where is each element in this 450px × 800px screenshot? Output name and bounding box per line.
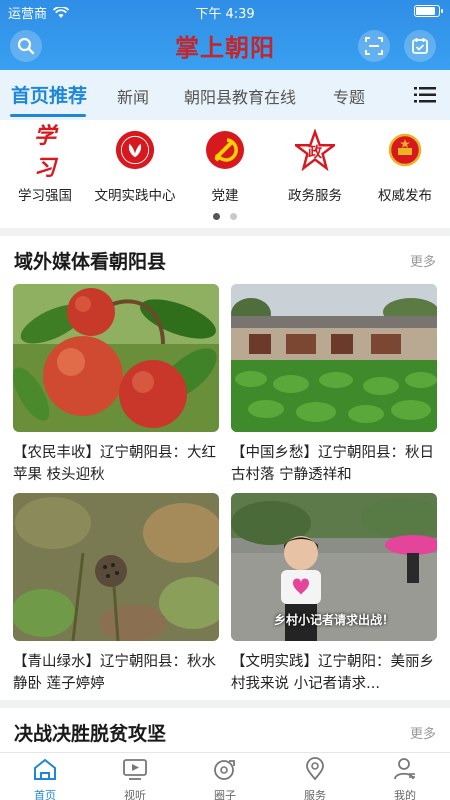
section-divider bbox=[0, 700, 450, 708]
tv-icon bbox=[123, 759, 147, 780]
section-more-link[interactable]: 更多 bbox=[410, 251, 436, 270]
scan-icon bbox=[365, 37, 383, 55]
news-card-title: 【青山绿水】辽宁朝阳县：秋水静卧 莲子婷婷 bbox=[13, 654, 216, 692]
news-card[interactable]: 【青山绿水】辽宁朝阳县：秋水静卧 莲子婷婷 bbox=[13, 493, 219, 695]
nav-label: 我的 bbox=[394, 789, 416, 800]
news-card-title: 【农民丰收】辽宁朝阳县：大红苹果 枝头迎秋 bbox=[13, 445, 216, 483]
news-card[interactable]: 乡村小记者请求出战！ 【文明实践】辽宁朝阳：美丽乡村我来说 小记者请求... bbox=[231, 493, 437, 695]
nav-home[interactable]: 首页 bbox=[0, 757, 90, 800]
list-menu-icon bbox=[414, 87, 436, 103]
quick-entry-grid: 学习 学习强国 文明实践中心 党建 政 政务服务 权威发布 bbox=[0, 120, 450, 228]
news-card[interactable]: 【中国乡愁】辽宁朝阳县：秋日古村落 宁静透祥和 bbox=[231, 284, 437, 486]
user-icon bbox=[394, 758, 415, 780]
checkin-button[interactable] bbox=[404, 30, 436, 62]
video-caption: 乡村小记者请求出战！ bbox=[273, 613, 394, 627]
home-icon bbox=[34, 758, 56, 780]
entry-party-building[interactable]: 党建 bbox=[180, 130, 270, 204]
bottom-nav: 首页 视听 圈子 服务 我的 bbox=[0, 752, 450, 800]
entry-label: 政务服务 bbox=[288, 188, 342, 204]
entry-civilization-center[interactable]: 文明实践中心 bbox=[90, 130, 180, 204]
xuexi-logo-icon: 学习 bbox=[33, 123, 56, 181]
national-emblem-icon bbox=[385, 130, 425, 170]
entry-label: 权威发布 bbox=[378, 188, 432, 204]
nav-label: 服务 bbox=[304, 789, 326, 800]
nav-mine[interactable]: 我的 bbox=[360, 757, 450, 800]
status-bar: 运营商 下午 4:39 bbox=[0, 0, 450, 22]
section-title: 决战决胜脱贫攻坚 bbox=[14, 723, 167, 745]
app-header: 运营商 下午 4:39 掌上朝阳 bbox=[0, 0, 450, 70]
nav-service[interactable]: 服务 bbox=[270, 757, 360, 800]
entry-xuexi[interactable]: 学习 学习强国 bbox=[0, 123, 90, 204]
news-card[interactable]: 【农民丰收】辽宁朝阳县：大红苹果 枝头迎秋 bbox=[13, 284, 219, 486]
section-divider bbox=[0, 228, 450, 236]
category-tabs: 首页推荐 新闻 朝阳县教育在线 专题 bbox=[0, 70, 450, 120]
page-indicator bbox=[0, 213, 450, 220]
nav-circle[interactable]: 圈子 bbox=[180, 757, 270, 800]
party-emblem-icon bbox=[205, 130, 245, 170]
calendar-check-icon bbox=[412, 38, 428, 54]
battery-icon bbox=[414, 5, 443, 17]
page-dot-active bbox=[213, 213, 220, 220]
section-more-link[interactable]: 更多 bbox=[410, 723, 436, 742]
scan-button[interactable] bbox=[358, 30, 390, 62]
news-card-title: 【中国乡愁】辽宁朝阳县：秋日古村落 宁静透祥和 bbox=[231, 445, 434, 483]
news-image-apples bbox=[13, 284, 219, 432]
channel-menu-button[interactable] bbox=[414, 84, 436, 106]
entry-label: 文明实践中心 bbox=[94, 188, 176, 204]
news-image-village bbox=[231, 284, 437, 432]
entry-official-release[interactable]: 权威发布 bbox=[360, 130, 450, 204]
entry-government-service[interactable]: 政 政务服务 bbox=[270, 129, 360, 204]
section-title: 域外媒体看朝阳县 bbox=[14, 251, 167, 273]
tab-recommend[interactable]: 首页推荐 bbox=[11, 81, 87, 108]
page-dot bbox=[230, 213, 237, 220]
news-card-title: 【文明实践】辽宁朝阳：美丽乡村我来说 小记者请求... bbox=[231, 654, 434, 692]
nav-video[interactable]: 视听 bbox=[90, 757, 180, 800]
civilization-center-icon bbox=[115, 130, 155, 170]
circle-icon bbox=[214, 760, 235, 780]
nav-label: 视听 bbox=[124, 789, 146, 800]
entry-label: 党建 bbox=[211, 188, 239, 204]
news-image-girl: 乡村小记者请求出战！ bbox=[231, 493, 437, 641]
entry-label: 学习强国 bbox=[18, 188, 72, 204]
status-time: 下午 4:39 bbox=[195, 7, 255, 22]
tab-education[interactable]: 朝阳县教育在线 bbox=[184, 84, 296, 108]
nav-label: 圈子 bbox=[214, 789, 236, 800]
government-star-icon: 政 bbox=[295, 129, 335, 171]
location-pin-icon bbox=[306, 757, 324, 781]
tab-news[interactable]: 新闻 bbox=[117, 84, 149, 108]
tab-special[interactable]: 专题 bbox=[333, 84, 365, 108]
nav-label: 首页 bbox=[34, 789, 56, 800]
news-image-lotus bbox=[13, 493, 219, 641]
tab-indicator bbox=[10, 114, 86, 117]
